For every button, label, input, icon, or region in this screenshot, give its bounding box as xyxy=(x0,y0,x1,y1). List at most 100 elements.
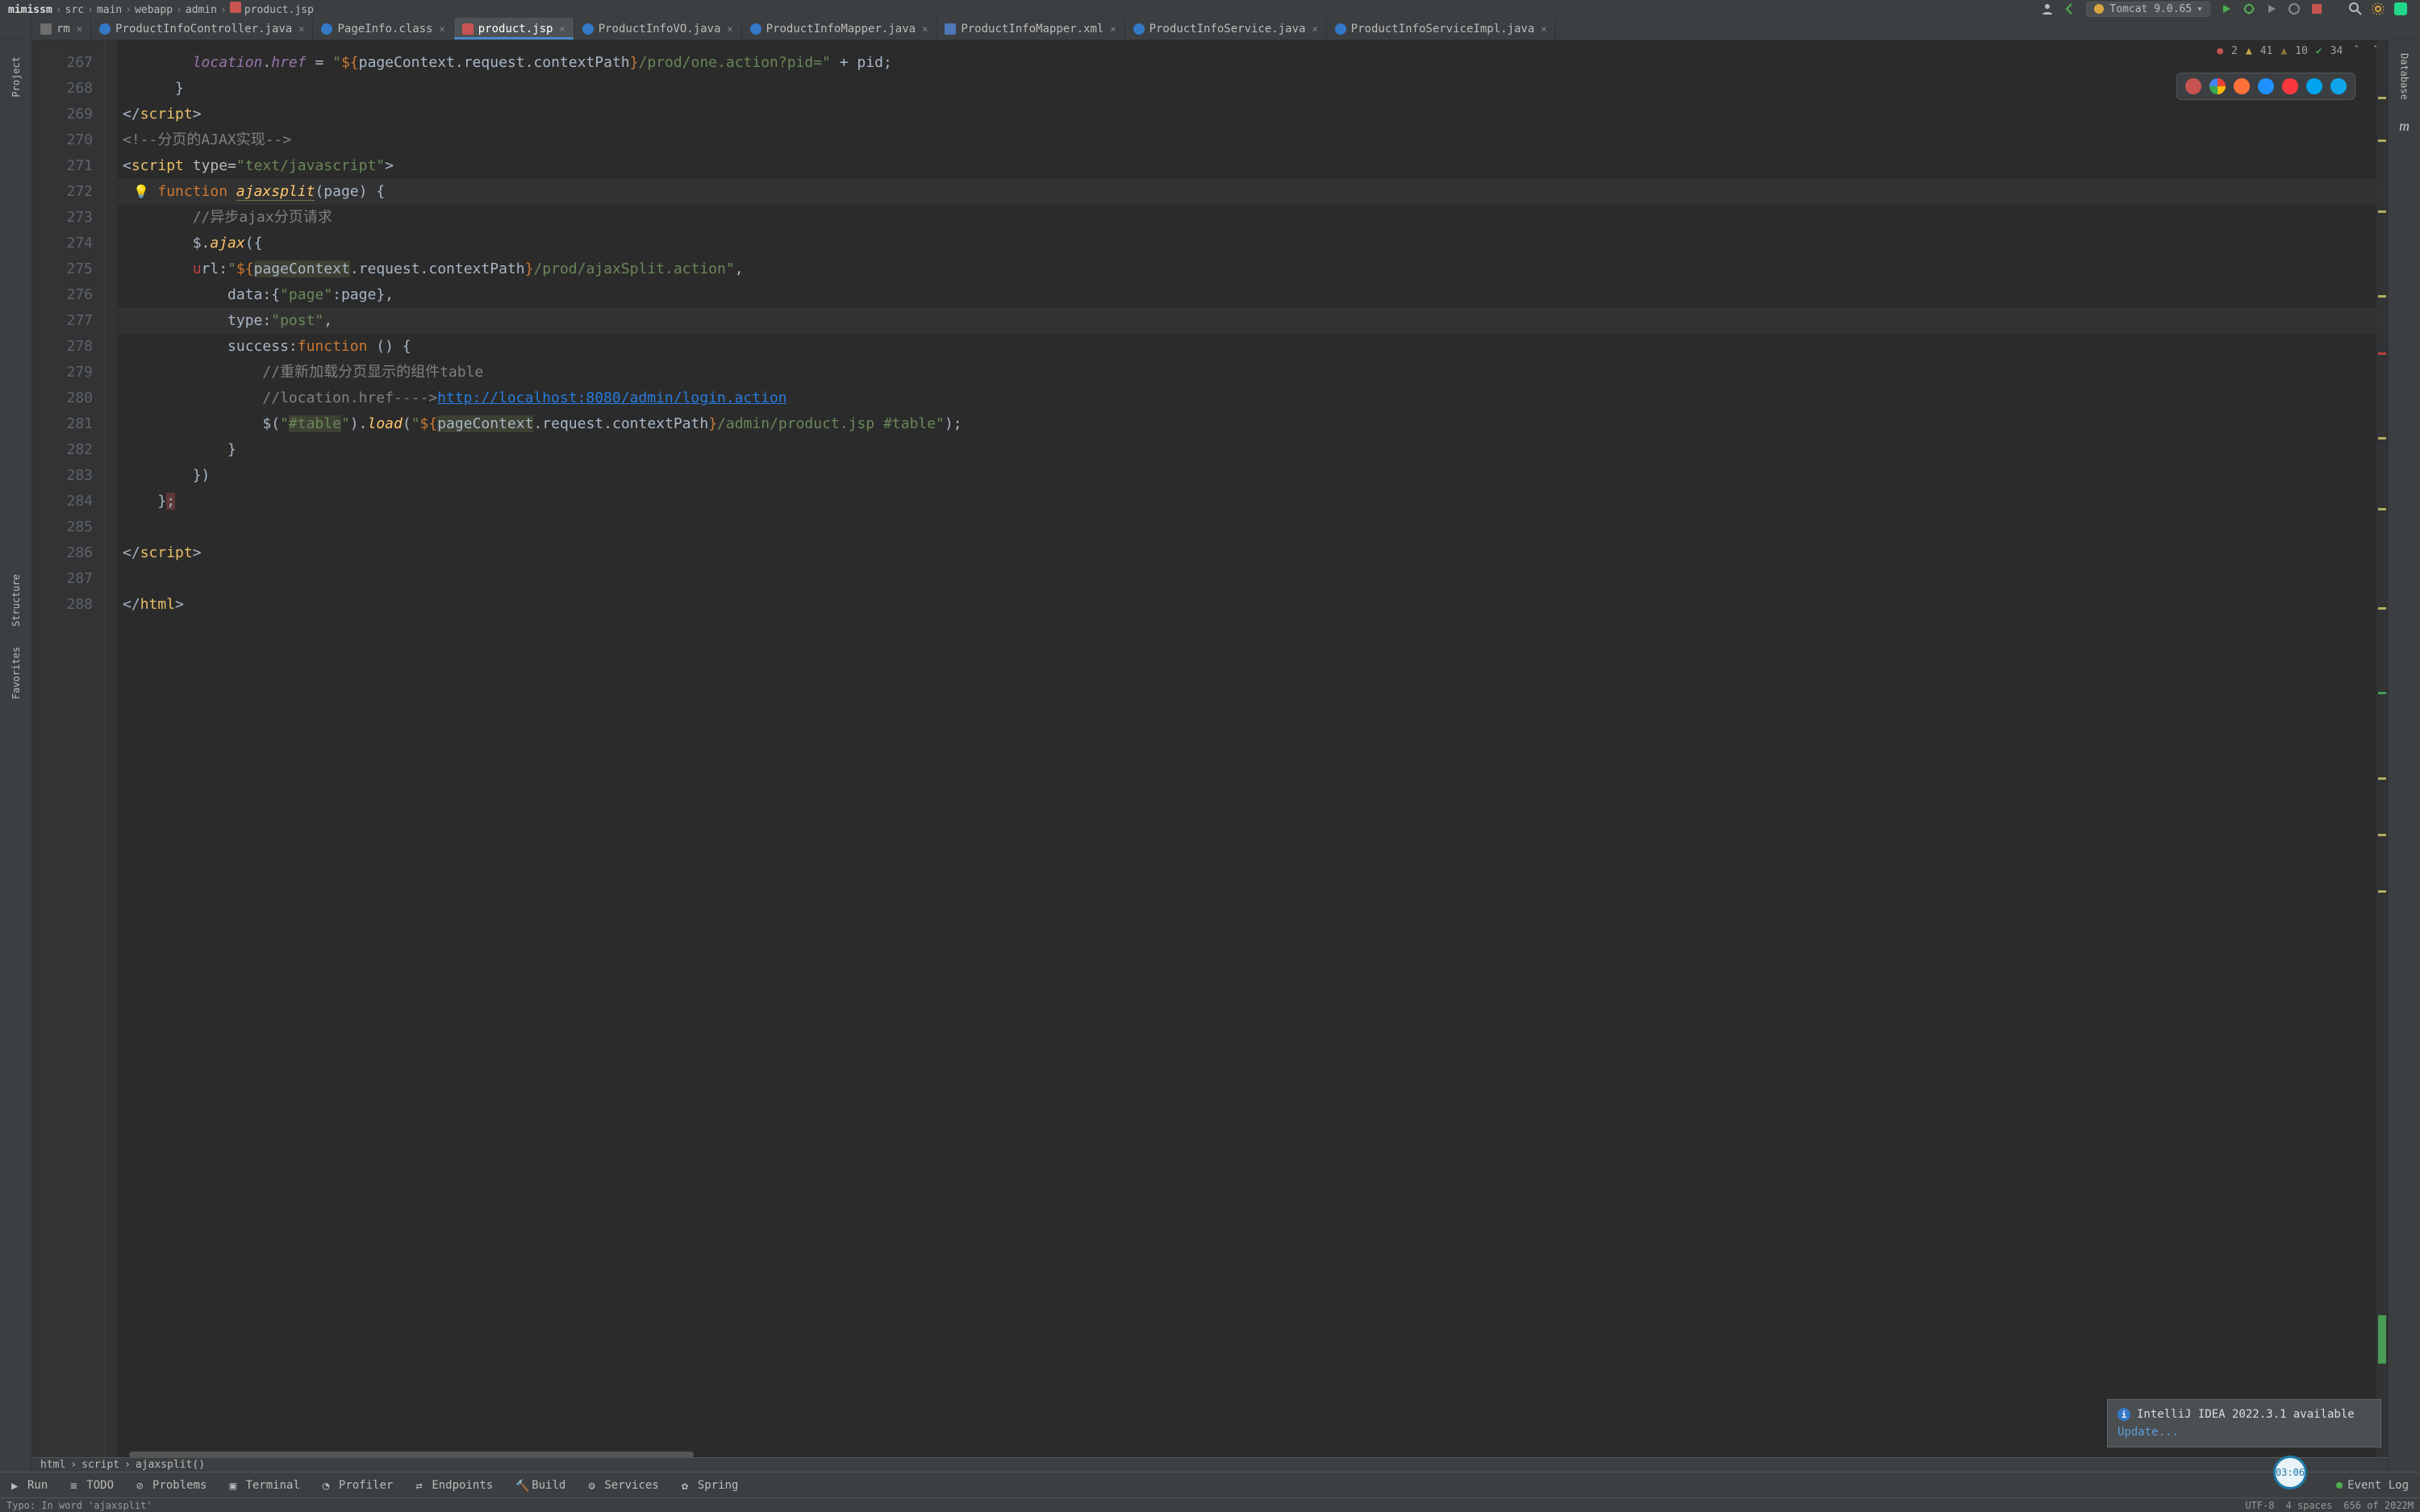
close-tab-icon[interactable]: × xyxy=(1110,23,1116,35)
breadcrumb-5[interactable]: product.jsp xyxy=(244,4,314,16)
breadcrumb-4[interactable]: admin xyxy=(186,4,217,16)
tool-profiler[interactable]: ◔Profiler xyxy=(311,1472,404,1497)
code-line-279[interactable]: //重新加载分页显示的组件table xyxy=(118,360,2388,385)
code-line-278[interactable]: success:function () { xyxy=(118,334,2388,360)
close-tab-icon[interactable]: × xyxy=(727,23,732,35)
search-icon[interactable] xyxy=(2347,1,2364,17)
notification-update-link[interactable]: Update... xyxy=(2118,1426,2371,1439)
indent[interactable]: 4 spaces xyxy=(2286,1500,2333,1511)
tab-productinfoservice-java[interactable]: ProductInfoService.java× xyxy=(1125,18,1327,40)
settings-icon[interactable] xyxy=(2370,1,2386,17)
code-line-267[interactable]: location.href = "${pageContext.request.c… xyxy=(118,50,2388,76)
close-tab-icon[interactable]: × xyxy=(1312,23,1317,35)
tool-project[interactable]: Project xyxy=(0,40,31,113)
code-line-274[interactable]: $.ajax({ xyxy=(118,231,2388,256)
tool-endpoints[interactable]: ⇄Endpoints xyxy=(404,1472,504,1497)
chrome-icon[interactable] xyxy=(2209,78,2226,94)
run-config-selector[interactable]: Tomcat 9.0.65 ▾ xyxy=(2086,2,2210,17)
code-line-288[interactable]: </html> xyxy=(118,592,2388,618)
code-line-269[interactable]: </script> xyxy=(118,102,2388,127)
opera-icon[interactable] xyxy=(2282,78,2298,94)
inspection-summary[interactable]: ●2 ▲41 ▲10 ✔34 ˆˇ xyxy=(2217,45,2381,57)
left-tool-strip: Project Structure Favorites xyxy=(0,40,32,1485)
code-line-285[interactable] xyxy=(118,514,2388,540)
tab-productinfoserviceimpl-java[interactable]: ProductInfoServiceImpl.java× xyxy=(1327,18,1556,40)
close-tab-icon[interactable]: × xyxy=(77,23,82,35)
bottom-tool-bar: ▶Run≡TODO⊘Problems▣Terminal◔Profiler⇄End… xyxy=(0,1472,2420,1497)
breadcrumb-2[interactable]: main xyxy=(97,4,122,16)
tool-build[interactable]: 🔨Build xyxy=(504,1472,577,1497)
encoding[interactable]: UTF-8 xyxy=(2245,1500,2274,1511)
tool-problems[interactable]: ⊘Problems xyxy=(125,1472,218,1497)
code-line-280[interactable]: //location.href---->http://localhost:808… xyxy=(118,385,2388,411)
code-line-268[interactable]: } xyxy=(118,76,2388,102)
code-line-286[interactable]: </script> xyxy=(118,540,2388,566)
code-line-275[interactable]: url:"${pageContext.request.contextPath}/… xyxy=(118,256,2388,282)
notification-popup: i IntelliJ IDEA 2022.3.1 available Updat… xyxy=(2107,1399,2381,1447)
user-icon[interactable] xyxy=(2039,1,2055,17)
close-tab-icon[interactable]: × xyxy=(440,23,445,35)
run-icon: ▶ xyxy=(11,1480,23,1491)
code-line-272[interactable]: 💡function ajaxsplit(page) { xyxy=(118,179,2388,205)
tab-rm[interactable]: rm× xyxy=(32,18,91,40)
tab-productinfovo-java[interactable]: ProductInfoVO.java× xyxy=(574,18,742,40)
code-line-270[interactable]: <!--分页的AJAX实现--> xyxy=(118,127,2388,153)
tool-services[interactable]: ⚙Services xyxy=(577,1472,670,1497)
profiler-icon[interactable] xyxy=(2286,1,2302,17)
ide-icon[interactable] xyxy=(2393,1,2409,17)
run-icon[interactable] xyxy=(2218,1,2234,17)
info-icon: i xyxy=(2118,1408,2130,1421)
ie-icon[interactable] xyxy=(2306,78,2322,94)
problems-icon: ⊘ xyxy=(136,1480,148,1491)
fold-column[interactable] xyxy=(105,40,118,1457)
code-line-287[interactable] xyxy=(118,566,2388,592)
crumb-function[interactable]: ajaxsplit() xyxy=(136,1459,205,1471)
tab-productinfomapper-xml[interactable]: ProductInfoMapper.xml× xyxy=(937,18,1124,40)
code-line-282[interactable]: } xyxy=(118,437,2388,463)
crumb-html[interactable]: html xyxy=(40,1459,65,1471)
memory-indicator[interactable]: 656 of 2022M xyxy=(2343,1500,2414,1511)
tool-database[interactable]: Database xyxy=(2389,40,2420,113)
tab-product-jsp[interactable]: product.jsp× xyxy=(454,18,574,40)
tab-pageinfo-class[interactable]: PageInfo.class× xyxy=(313,18,453,40)
warning-count: 41 xyxy=(2260,45,2273,57)
tool-todo[interactable]: ≡TODO xyxy=(59,1472,125,1497)
close-tab-icon[interactable]: × xyxy=(922,23,928,35)
error-stripe[interactable] xyxy=(2376,40,2388,1457)
code-line-276[interactable]: data:{"page":page}, xyxy=(118,282,2388,308)
code-area[interactable]: location.href = "${pageContext.request.c… xyxy=(118,40,2388,1457)
tab-productinfomapper-java[interactable]: ProductInfoMapper.java× xyxy=(742,18,937,40)
tool-maven[interactable]: m xyxy=(2389,113,2420,140)
coverage-icon[interactable] xyxy=(2264,1,2280,17)
close-tab-icon[interactable]: × xyxy=(298,23,304,35)
code-line-284[interactable]: }; xyxy=(118,489,2388,514)
firefox-icon[interactable] xyxy=(2234,78,2250,94)
tool-run[interactable]: ▶Run xyxy=(0,1472,59,1497)
tool-structure[interactable]: Structure xyxy=(0,564,31,637)
code-line-273[interactable]: //异步ajax分页请求 xyxy=(118,205,2388,231)
back-icon[interactable] xyxy=(2062,1,2078,17)
tool-favorites[interactable]: Favorites xyxy=(0,637,31,710)
breadcrumb-0[interactable]: mimissm xyxy=(8,4,52,16)
code-line-277[interactable]: type:"post", xyxy=(118,308,2388,334)
code-line-283[interactable]: }) xyxy=(118,463,2388,489)
run-config-label: Tomcat 9.0.65 xyxy=(2109,3,2192,15)
close-tab-icon[interactable]: × xyxy=(1541,23,1546,35)
safari-icon[interactable] xyxy=(2258,78,2274,94)
code-line-271[interactable]: <script type="text/javascript"> xyxy=(118,153,2388,179)
edge-icon[interactable] xyxy=(2330,78,2347,94)
crumb-script[interactable]: script xyxy=(81,1459,119,1471)
event-log-button[interactable]: Event Log xyxy=(2325,1472,2420,1497)
stop-icon[interactable] xyxy=(2309,1,2325,17)
tab-productinfocontroller-java[interactable]: ProductInfoController.java× xyxy=(91,18,313,40)
close-tab-icon[interactable]: × xyxy=(559,23,565,35)
tool-terminal[interactable]: ▣Terminal xyxy=(218,1472,311,1497)
breadcrumb-3[interactable]: webapp xyxy=(135,4,173,16)
tool-spring[interactable]: ✿Spring xyxy=(670,1472,750,1497)
horizontal-scrollbar[interactable] xyxy=(129,1452,694,1458)
editor[interactable]: 2672682692702712722732742752762772782792… xyxy=(32,40,2388,1457)
intellij-preview-icon[interactable] xyxy=(2185,78,2201,94)
debug-icon[interactable] xyxy=(2241,1,2257,17)
breadcrumb-1[interactable]: src xyxy=(65,4,84,16)
code-line-281[interactable]: $("#table").load("${pageContext.request.… xyxy=(118,411,2388,437)
